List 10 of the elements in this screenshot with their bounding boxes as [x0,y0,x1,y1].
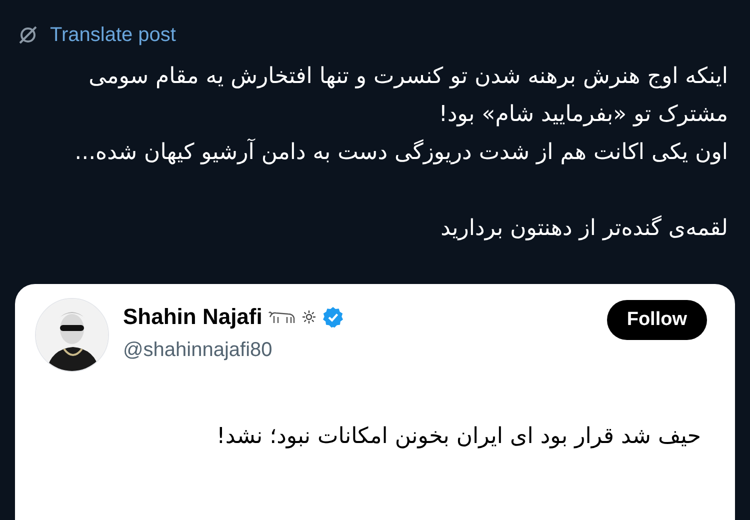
post-text: لقمه‌ی گنده‌تر از دهنتون بردارید [440,214,728,243]
quoted-post-text: حیف شد قرار بود ای ایران بخونن امکانات نبود؛ نشد! [216,423,702,451]
post-text: اون یکی اکانت هم از شدت دریوزگی دست به دامن آرشیو کیهان شده... [74,138,728,167]
sun-icon [302,310,316,324]
post-text: اینکه اوج هنرش برهنه شدن تو کنسرت و تنها افتخارش یه مقام سومی مشترک تو «بفرمایید شام» بود! [88,63,728,129]
follow-button[interactable]: Follow [606,300,707,340]
translate-icon [18,25,38,45]
translate-link[interactable]: Translate post [50,20,176,50]
author-name: Shahin Najafi [123,303,262,331]
author-handle: @shahinnajafi80 [123,338,274,363]
